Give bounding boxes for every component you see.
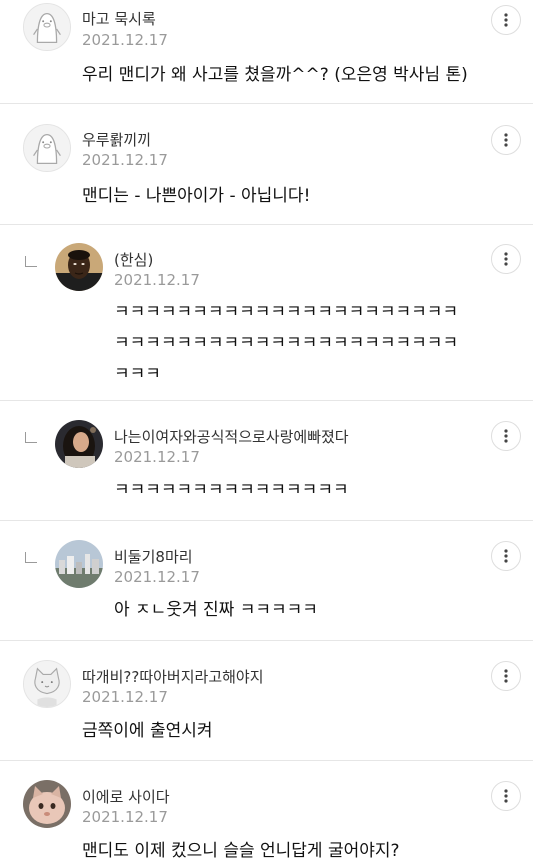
reply-item: 비둘기8마리 2021.12.17 아 ㅈㄴ웃겨 진짜 ㅋㅋㅋㅋㅋ bbox=[0, 521, 533, 641]
comment-text-line: ㅋㅋㅋㅋㅋㅋㅋㅋㅋㅋㅋㅋㅋㅋㅋㅋㅋㅋㅋㅋㅋㅋ bbox=[114, 333, 459, 353]
more-vertical-icon bbox=[504, 252, 508, 266]
comment-item: 우루뢁끼끼 2021.12.17 맨디는 - 나쁜아이가 - 아닙니다! bbox=[0, 104, 533, 225]
comment-item: 이에로 사이다 2021.12.17 맨디도 이제 컸으니 슬슬 언니답게 굴어… bbox=[0, 761, 533, 864]
comment-author[interactable]: 나는이여자와공식적으로사랑에빠졌다 bbox=[114, 426, 349, 447]
comment-text-line: 맨디는 - 나쁜아이가 - 아닙니다! bbox=[82, 186, 311, 206]
more-options-button[interactable] bbox=[491, 5, 521, 35]
comment-text-line: ㅋㅋㅋㅋㅋㅋㅋㅋㅋㅋㅋㅋㅋㅋㅋ bbox=[114, 480, 349, 500]
more-options-button[interactable] bbox=[491, 661, 521, 691]
cat-photo-avatar-icon[interactable] bbox=[23, 780, 71, 828]
more-options-button[interactable] bbox=[491, 421, 521, 451]
comment-item: 마고 묵시록 2021.12.17 우리 맨디가 왜 사고를 쳤을까^^? (오… bbox=[0, 0, 533, 104]
more-options-button[interactable] bbox=[491, 781, 521, 811]
comment-text-line: ㅋㅋㅋㅋㅋㅋㅋㅋㅋㅋㅋㅋㅋㅋㅋㅋㅋㅋㅋㅋㅋㅋ bbox=[114, 302, 459, 322]
more-vertical-icon bbox=[504, 133, 508, 147]
comment-date: 2021.12.17 bbox=[114, 568, 200, 586]
more-vertical-icon bbox=[504, 13, 508, 27]
reply-arrow-icon bbox=[25, 256, 37, 267]
comment-item: 따개비??따아버지라고해야지 2021.12.17 금쪽이에 출연시켜 bbox=[0, 641, 533, 761]
profile-photo-avatar-icon[interactable] bbox=[55, 420, 103, 468]
comment-author[interactable]: (한심) bbox=[114, 249, 153, 270]
penguin-default-avatar-icon[interactable] bbox=[23, 124, 71, 172]
comment-author[interactable]: 마고 묵시록 bbox=[82, 8, 156, 29]
penguin-default-avatar-icon[interactable] bbox=[23, 3, 71, 51]
more-vertical-icon bbox=[504, 669, 508, 683]
more-options-button[interactable] bbox=[491, 125, 521, 155]
more-vertical-icon bbox=[504, 429, 508, 443]
comment-text-line: 아 ㅈㄴ웃겨 진짜 ㅋㅋㅋㅋㅋ bbox=[114, 600, 318, 620]
comment-date: 2021.12.17 bbox=[114, 271, 200, 289]
cat-mask-avatar-icon[interactable] bbox=[23, 660, 71, 708]
comment-text-line: 맨디도 이제 컸으니 슬슬 언니답게 굴어야지? bbox=[82, 841, 400, 861]
comment-date: 2021.12.17 bbox=[82, 31, 168, 49]
reply-item: 나는이여자와공식적으로사랑에빠졌다 2021.12.17 ㅋㅋㅋㅋㅋㅋㅋㅋㅋㅋㅋ… bbox=[0, 401, 533, 521]
comment-date: 2021.12.17 bbox=[82, 808, 168, 826]
more-vertical-icon bbox=[504, 549, 508, 563]
comment-list: 마고 묵시록 2021.12.17 우리 맨디가 왜 사고를 쳤을까^^? (오… bbox=[0, 0, 533, 864]
comment-date: 2021.12.17 bbox=[82, 151, 168, 169]
reply-arrow-icon bbox=[25, 552, 37, 563]
comment-text-line: 우리 맨디가 왜 사고를 쳤을까^^? (오은영 박사님 톤) bbox=[82, 65, 468, 85]
reply-arrow-icon bbox=[25, 432, 37, 443]
city-photo-avatar-icon[interactable] bbox=[55, 540, 103, 588]
comment-author[interactable]: 우루뢁끼끼 bbox=[82, 129, 151, 150]
comment-date: 2021.12.17 bbox=[82, 688, 168, 706]
more-vertical-icon bbox=[504, 789, 508, 803]
more-options-button[interactable] bbox=[491, 244, 521, 274]
comment-text-line: 금쪽이에 출연시켜 bbox=[82, 721, 213, 741]
profile-photo-avatar-icon[interactable] bbox=[55, 243, 103, 291]
comment-author[interactable]: 이에로 사이다 bbox=[82, 786, 170, 807]
comment-date: 2021.12.17 bbox=[114, 448, 200, 466]
comment-author[interactable]: 따개비??따아버지라고해야지 bbox=[82, 666, 264, 687]
comment-author[interactable]: 비둘기8마리 bbox=[114, 546, 193, 567]
more-options-button[interactable] bbox=[491, 541, 521, 571]
comment-text-line: ㅋㅋㅋ bbox=[114, 364, 161, 384]
reply-item: (한심) 2021.12.17 ㅋㅋㅋㅋㅋㅋㅋㅋㅋㅋㅋㅋㅋㅋㅋㅋㅋㅋㅋㅋㅋㅋ ㅋ… bbox=[0, 225, 533, 401]
